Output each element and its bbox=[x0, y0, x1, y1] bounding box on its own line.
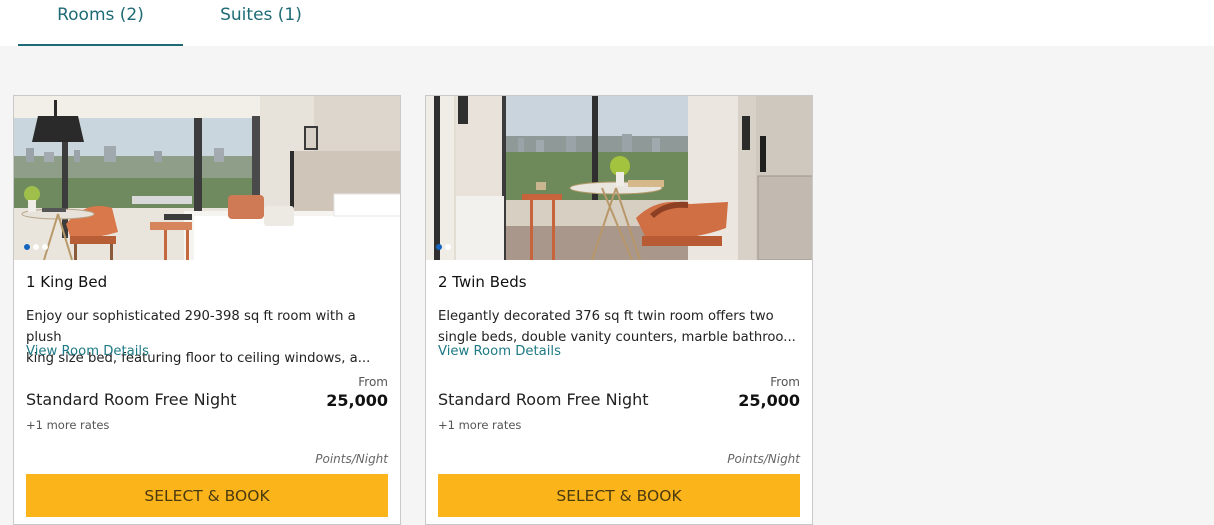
room-photo-carousel[interactable] bbox=[426, 96, 812, 260]
carousel-dot[interactable] bbox=[33, 244, 39, 250]
tab-suites[interactable]: Suites (1) bbox=[183, 0, 339, 46]
rate-name: Standard Room Free Night bbox=[438, 390, 649, 409]
carousel-dots[interactable] bbox=[436, 244, 451, 250]
room-title: 2 Twin Beds bbox=[438, 273, 527, 291]
carousel-dot[interactable] bbox=[42, 244, 48, 250]
room-photo-carousel[interactable] bbox=[14, 96, 400, 260]
tab-rooms[interactable]: Rooms (2) bbox=[18, 0, 183, 46]
room-photo-king bbox=[14, 96, 400, 260]
from-label: From bbox=[358, 375, 388, 389]
points-price: 25,000 bbox=[738, 391, 800, 410]
room-photo-twin bbox=[426, 96, 812, 260]
view-room-details-link[interactable]: View Room Details bbox=[438, 344, 561, 359]
from-label: From bbox=[770, 375, 800, 389]
room-description-line: Elegantly decorated 376 sq ft twin room … bbox=[438, 309, 774, 324]
tab-suites-label: Suites (1) bbox=[220, 5, 302, 25]
select-and-book-button[interactable]: SELECT & BOOK bbox=[438, 474, 800, 517]
room-card-twin: 2 Twin Beds Elegantly decorated 376 sq f… bbox=[425, 95, 813, 525]
carousel-dot[interactable] bbox=[436, 244, 442, 250]
room-description: Enjoy our sophisticated 290-398 sq ft ro… bbox=[26, 306, 392, 369]
more-rates-link[interactable]: +1 more rates bbox=[26, 418, 109, 432]
carousel-dots[interactable] bbox=[24, 244, 48, 250]
tab-rooms-label: Rooms (2) bbox=[57, 5, 144, 25]
room-type-tabs: Rooms (2) Suites (1) bbox=[0, 0, 1214, 46]
points-per-night-label: Points/Night bbox=[315, 452, 388, 466]
carousel-dot[interactable] bbox=[24, 244, 30, 250]
rate-name: Standard Room Free Night bbox=[26, 390, 237, 409]
carousel-dot[interactable] bbox=[445, 244, 451, 250]
view-room-details-link[interactable]: View Room Details bbox=[26, 344, 149, 359]
room-title: 1 King Bed bbox=[26, 273, 108, 291]
points-per-night-label: Points/Night bbox=[727, 452, 800, 466]
select-and-book-button[interactable]: SELECT & BOOK bbox=[26, 474, 388, 517]
room-card-king: 1 King Bed Enjoy our sophisticated 290-3… bbox=[13, 95, 401, 525]
room-description: Elegantly decorated 376 sq ft twin room … bbox=[438, 306, 804, 348]
more-rates-link[interactable]: +1 more rates bbox=[438, 418, 521, 432]
room-description-line: Enjoy our sophisticated 290-398 sq ft ro… bbox=[26, 309, 356, 345]
points-price: 25,000 bbox=[326, 391, 388, 410]
